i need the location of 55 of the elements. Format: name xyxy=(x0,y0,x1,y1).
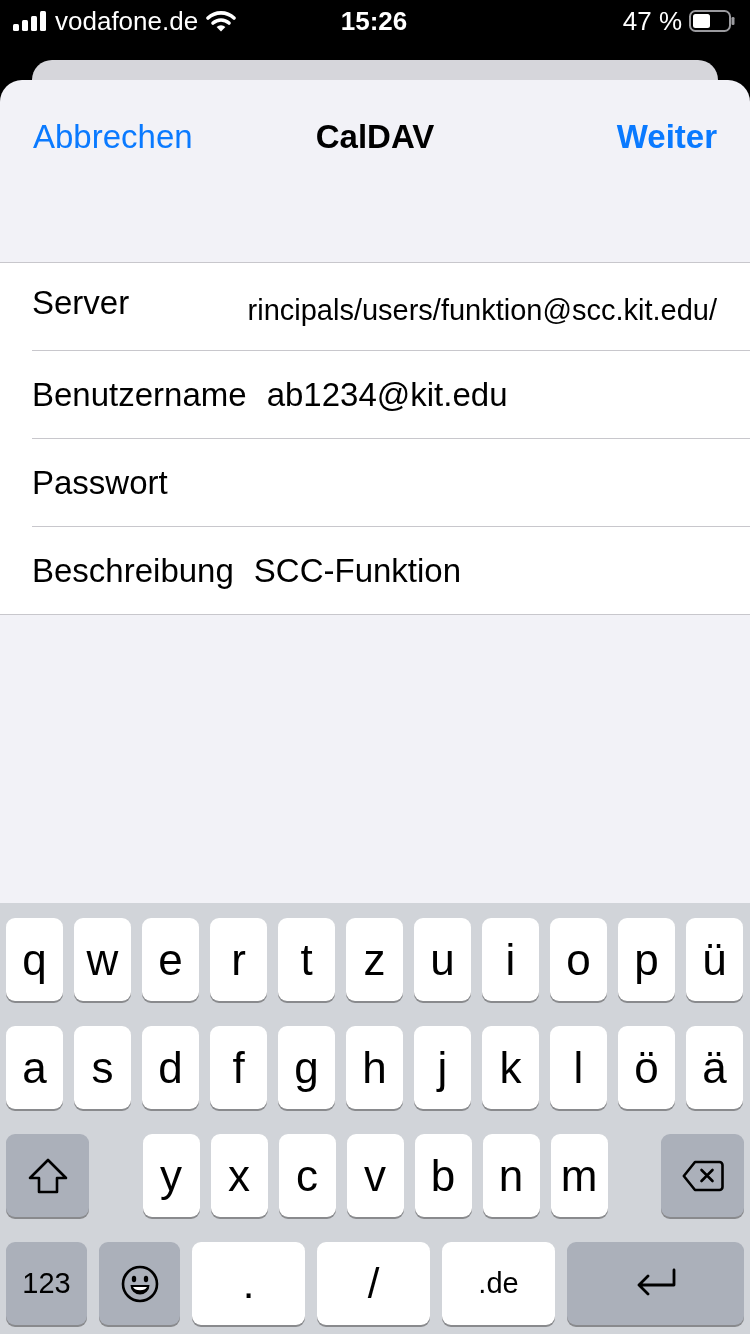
shift-key[interactable] xyxy=(6,1134,89,1217)
letter-key[interactable]: d xyxy=(142,1026,199,1109)
next-button[interactable]: Weiter xyxy=(616,118,717,156)
punctuation-key[interactable]: . xyxy=(192,1242,305,1325)
letter-key[interactable]: ö xyxy=(618,1026,675,1109)
letter-key[interactable]: w xyxy=(74,918,131,1001)
field-label: Benutzername xyxy=(32,375,247,414)
battery-icon xyxy=(689,10,735,32)
letter-key[interactable]: n xyxy=(482,1134,540,1217)
domain-key[interactable]: .de xyxy=(442,1242,555,1325)
text-field[interactable]: ab1234@kit.edu xyxy=(266,366,717,423)
cancel-button[interactable]: Abbrechen xyxy=(33,118,193,156)
numbers-key[interactable]: 123 xyxy=(6,1242,87,1325)
shift-icon xyxy=(27,1157,68,1194)
delete-key[interactable] xyxy=(661,1134,744,1217)
letter-key[interactable]: y xyxy=(142,1134,200,1217)
letter-key[interactable]: g xyxy=(278,1026,335,1109)
field-label: Beschreibung xyxy=(32,551,234,590)
letter-key[interactable]: t xyxy=(278,918,335,1001)
letter-key[interactable]: r xyxy=(210,918,267,1001)
letter-key[interactable]: j xyxy=(414,1026,471,1109)
letter-key[interactable]: f xyxy=(210,1026,267,1109)
signal-icon xyxy=(13,11,47,31)
letter-key[interactable]: b xyxy=(414,1134,472,1217)
letter-key[interactable]: u xyxy=(414,918,471,1001)
letter-key[interactable]: c xyxy=(278,1134,336,1217)
letter-key[interactable]: o xyxy=(550,918,607,1001)
letter-key[interactable]: e xyxy=(142,918,199,1001)
carrier-name: vodafone.de xyxy=(55,5,199,37)
field-label: Passwort xyxy=(32,463,168,502)
letter-key[interactable]: ä xyxy=(686,1026,743,1109)
letter-key[interactable]: l xyxy=(550,1026,607,1109)
letter-key[interactable]: p xyxy=(618,918,675,1001)
letter-key[interactable]: a xyxy=(6,1026,63,1109)
letter-key[interactable]: q xyxy=(6,918,63,1001)
letter-key[interactable]: s xyxy=(74,1026,131,1109)
nav-title: CalDAV xyxy=(315,118,435,156)
letter-key[interactable]: i xyxy=(482,918,539,1001)
letter-key[interactable]: x xyxy=(210,1134,268,1217)
text-field[interactable]: SCC-Funktion xyxy=(253,542,717,599)
letter-key[interactable]: m xyxy=(550,1134,608,1217)
punctuation-key[interactable]: / xyxy=(317,1242,430,1325)
letter-key[interactable]: h xyxy=(346,1026,403,1109)
letter-key[interactable]: ü xyxy=(686,918,743,1001)
field-label: Server xyxy=(32,283,130,322)
url-field[interactable]: rincipals/users/funktion@scc.kit.edu/ xyxy=(149,278,717,335)
wifi-icon xyxy=(206,10,237,32)
clock-time: 15:26 xyxy=(340,5,408,37)
delete-icon xyxy=(681,1159,724,1192)
emoji-key[interactable] xyxy=(99,1242,180,1325)
letter-key[interactable]: z xyxy=(346,918,403,1001)
smiley-icon xyxy=(120,1264,159,1303)
letter-key[interactable]: v xyxy=(346,1134,404,1217)
battery-percentage: 47 % xyxy=(622,5,682,37)
letter-key[interactable]: k xyxy=(482,1026,539,1109)
